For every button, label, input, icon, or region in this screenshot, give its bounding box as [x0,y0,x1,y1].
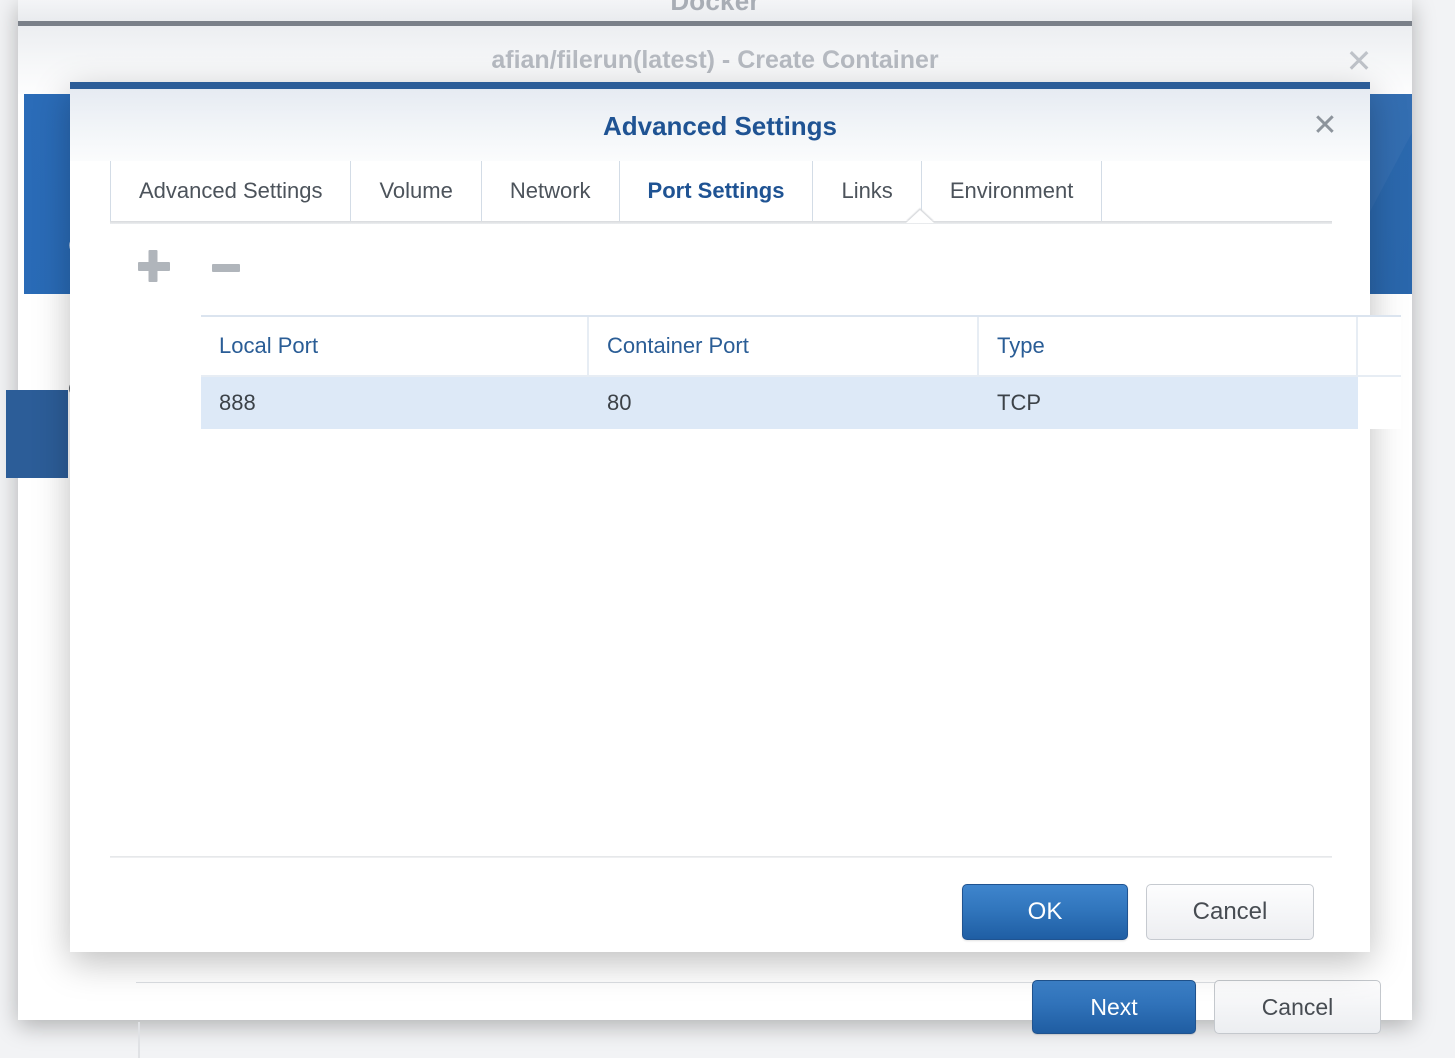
tab-bar-divider [110,221,1332,224]
docker-window-title: Docker [18,0,1412,17]
plus-icon[interactable] [132,244,176,288]
cancel-button-window[interactable]: Cancel [1214,980,1381,1034]
column-header-container-port[interactable]: Container Port [589,317,979,375]
tab-links[interactable]: Links [812,161,920,221]
cell-type: TCP [979,377,1358,429]
advanced-settings-dialog: Advanced Settings ✕ Advanced Settings Vo… [70,82,1370,952]
column-header-local-port[interactable]: Local Port [201,317,589,375]
tab-environment[interactable]: Environment [921,161,1103,221]
tab-advanced-settings[interactable]: Advanced Settings [110,161,350,221]
port-table-toolbar [132,244,532,304]
ok-button[interactable]: OK [962,884,1128,940]
background-divider [138,1022,140,1058]
tab-network[interactable]: Network [481,161,619,221]
cell-spacer [1358,377,1401,429]
desktop-root: Docker afian/filerun(latest) - Create Co… [0,0,1455,1058]
column-header-type[interactable]: Type [979,317,1358,375]
tab-volume[interactable]: Volume [350,161,480,221]
cancel-button[interactable]: Cancel [1146,884,1314,940]
minus-icon[interactable] [204,244,248,288]
table-header-row: Local Port Container Port Type [201,315,1401,377]
dialog-header: Advanced Settings ✕ [70,89,1370,161]
dialog-footer-divider [110,856,1332,858]
dialog-tab-bar: Advanced Settings Volume Network Port Se… [110,161,1332,221]
close-icon[interactable]: ✕ [1308,109,1342,143]
cell-container-port: 80 [589,377,979,429]
dialog-accent-bar [70,82,1370,89]
close-icon[interactable]: ✕ [1342,44,1376,78]
column-header-spacer [1358,317,1401,375]
table-row[interactable]: 888 80 TCP [201,377,1401,429]
tab-port-settings[interactable]: Port Settings [619,161,813,221]
cell-local-port: 888 [201,377,589,429]
selected-indicator [6,390,68,478]
next-button[interactable]: Next [1032,980,1196,1034]
dialog-title: Advanced Settings [70,111,1370,142]
active-tab-pointer-icon [906,210,934,223]
create-container-title: afian/filerun(latest) - Create Container [18,46,1412,75]
port-settings-table: Local Port Container Port Type 888 80 TC… [201,315,1401,429]
docker-titlebar: Docker [18,0,1412,22]
